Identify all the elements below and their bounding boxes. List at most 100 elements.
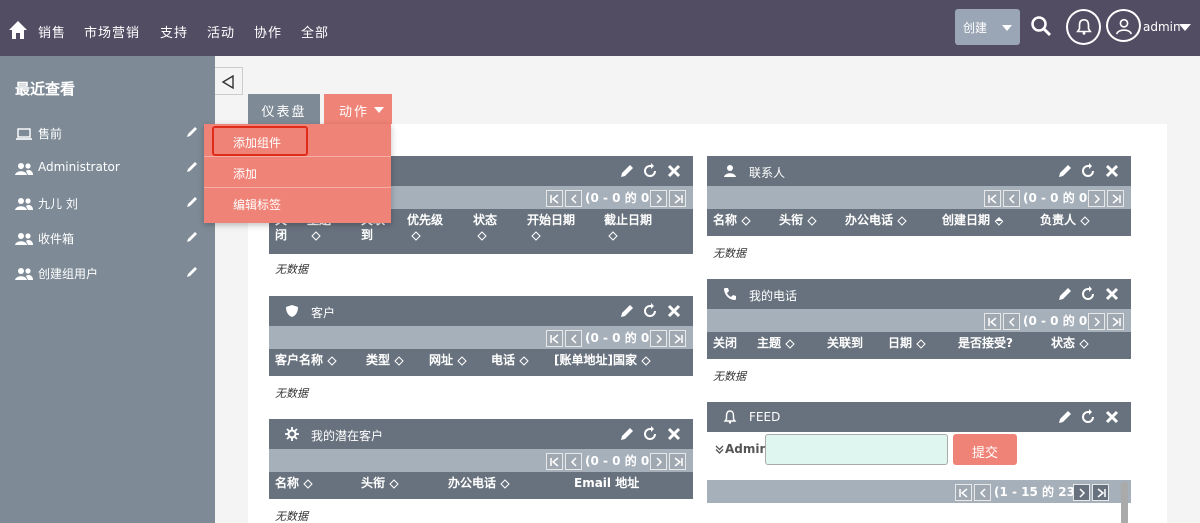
column-header[interactable]: 关联到: [827, 336, 863, 351]
sidebar-item-presales[interactable]: 售前: [0, 122, 215, 152]
pencil-icon[interactable]: [619, 426, 635, 442]
column-header[interactable]: 名称: [275, 476, 313, 491]
dashlet-header: 我的电话: [707, 279, 1131, 309]
next-page-button[interactable]: [650, 330, 667, 347]
sidebar-item-administrator[interactable]: Administrator: [0, 157, 215, 187]
sidebar-item-user[interactable]: 九儿 刘: [0, 192, 215, 222]
sidebar-item-inbox[interactable]: 收件箱: [0, 227, 215, 257]
last-page-button[interactable]: [669, 330, 686, 347]
tab-actions[interactable]: 动作: [324, 94, 392, 124]
notifications-button[interactable]: [1066, 9, 1101, 45]
column-header[interactable]: 电话: [491, 353, 529, 368]
column-header[interactable]: 类型: [366, 353, 404, 368]
sidebar-item-group-user[interactable]: 创建组用户: [0, 262, 215, 292]
close-icon[interactable]: [1104, 163, 1120, 179]
nav-activities[interactable]: 活动: [207, 22, 235, 41]
last-page-button[interactable]: [1107, 313, 1124, 330]
chevron-down-icon[interactable]: [1179, 24, 1191, 31]
pencil-icon[interactable]: [185, 160, 199, 174]
menu-item-edit-tabs[interactable]: 编辑标签: [204, 188, 391, 219]
last-page-button[interactable]: [669, 453, 686, 470]
column-header[interactable]: [账单地址]国家: [554, 353, 651, 368]
pencil-icon[interactable]: [185, 265, 199, 279]
column-header[interactable]: 办公电话: [845, 213, 907, 228]
prev-page-button[interactable]: [1003, 313, 1020, 330]
pencil-icon[interactable]: [185, 230, 199, 244]
sidebar-collapse-button[interactable]: [215, 67, 243, 95]
nav-all[interactable]: 全部: [301, 22, 329, 41]
next-page-button[interactable]: [650, 453, 667, 470]
column-header[interactable]: 办公电话: [448, 476, 510, 491]
feed-post-input[interactable]: [765, 434, 948, 465]
nav-collaboration[interactable]: 协作: [254, 22, 282, 41]
column-header[interactable]: 关闭: [713, 336, 737, 351]
column-header[interactable]: 开始日期: [527, 213, 575, 243]
column-header[interactable]: 日期: [888, 336, 926, 351]
last-page-button[interactable]: [1092, 484, 1109, 501]
next-page-button[interactable]: [1073, 484, 1090, 501]
next-page-button[interactable]: [1088, 190, 1105, 207]
nav-sales[interactable]: 销售: [38, 22, 66, 41]
pencil-icon[interactable]: [619, 303, 635, 319]
first-page-button[interactable]: [955, 484, 972, 501]
column-header[interactable]: 主题: [757, 336, 795, 351]
column-header[interactable]: 网址: [429, 353, 467, 368]
column-header[interactable]: Email 地址: [574, 476, 639, 491]
column-header[interactable]: 是否接受?: [958, 336, 1013, 351]
user-name[interactable]: admin: [1143, 20, 1181, 34]
first-page-button[interactable]: [546, 453, 563, 470]
caret-down-icon: [374, 107, 384, 113]
close-icon[interactable]: [1104, 409, 1120, 425]
refresh-icon[interactable]: [642, 303, 658, 319]
prev-page-button[interactable]: [1003, 190, 1020, 207]
refresh-icon[interactable]: [1080, 409, 1096, 425]
prev-page-button[interactable]: [565, 453, 582, 470]
last-page-button[interactable]: [1107, 190, 1124, 207]
close-icon[interactable]: [666, 163, 682, 179]
menu-item-add[interactable]: 添加: [204, 157, 391, 188]
user-menu-button[interactable]: [1106, 9, 1141, 42]
column-header[interactable]: 客户名称: [275, 353, 337, 368]
first-page-button[interactable]: [984, 313, 1001, 330]
home-icon[interactable]: [8, 20, 28, 40]
tab-dashboard[interactable]: 仪表盘: [248, 94, 320, 124]
feed-scrollbar[interactable]: [1121, 482, 1128, 523]
refresh-icon[interactable]: [642, 163, 658, 179]
search-icon[interactable]: [1030, 15, 1052, 37]
create-button[interactable]: 创建: [955, 9, 1020, 45]
pencil-icon[interactable]: [185, 195, 199, 209]
column-label: 状态: [1051, 336, 1076, 350]
feed-submit-button[interactable]: 提交: [953, 434, 1017, 465]
first-page-button[interactable]: [984, 190, 1001, 207]
prev-page-button[interactable]: [565, 190, 582, 207]
pencil-icon[interactable]: [619, 163, 635, 179]
prev-page-button[interactable]: [974, 484, 991, 501]
pencil-icon[interactable]: [1057, 409, 1073, 425]
refresh-icon[interactable]: [1080, 163, 1096, 179]
column-header[interactable]: 截止日期: [604, 213, 652, 243]
refresh-icon[interactable]: [642, 426, 658, 442]
column-header[interactable]: 状态: [1051, 336, 1089, 351]
pencil-icon[interactable]: [1057, 163, 1073, 179]
refresh-icon[interactable]: [1080, 286, 1096, 302]
first-page-button[interactable]: [546, 190, 563, 207]
column-header[interactable]: 优先级: [407, 213, 443, 243]
nav-marketing[interactable]: 市场营销: [84, 22, 140, 41]
column-header[interactable]: 负责人: [1040, 213, 1090, 228]
column-header[interactable]: 状态: [473, 213, 497, 243]
first-page-button[interactable]: [546, 330, 563, 347]
column-header[interactable]: 头衔: [361, 476, 399, 491]
column-header[interactable]: 头衔: [779, 213, 817, 228]
column-header[interactable]: 创建日期: [942, 213, 1004, 228]
pencil-icon[interactable]: [1057, 286, 1073, 302]
last-page-button[interactable]: [669, 190, 686, 207]
close-icon[interactable]: [1104, 286, 1120, 302]
pencil-icon[interactable]: [185, 125, 199, 139]
close-icon[interactable]: [666, 303, 682, 319]
prev-page-button[interactable]: [565, 330, 582, 347]
next-page-button[interactable]: [1088, 313, 1105, 330]
next-page-button[interactable]: [650, 190, 667, 207]
close-icon[interactable]: [666, 426, 682, 442]
column-header[interactable]: 名称: [713, 213, 751, 228]
nav-support[interactable]: 支持: [160, 22, 188, 41]
